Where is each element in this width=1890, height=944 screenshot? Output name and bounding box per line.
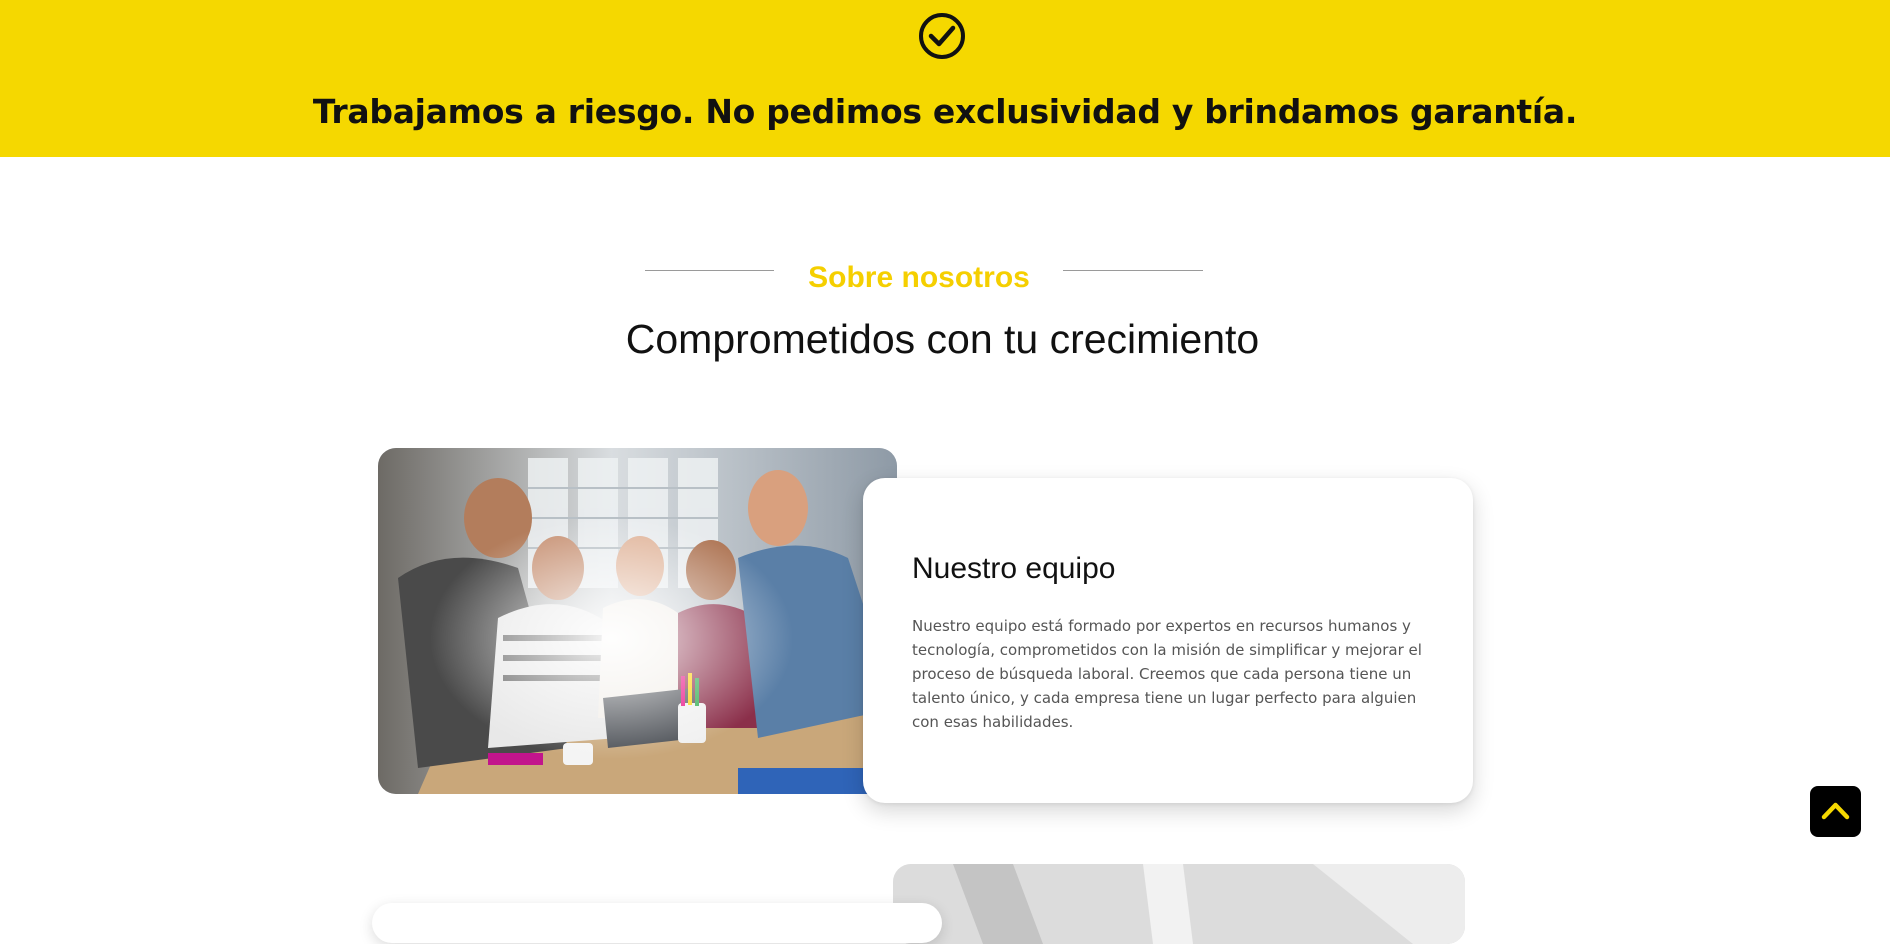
card-title: Nuestro equipo — [912, 552, 1116, 585]
chevron-up-icon — [1821, 802, 1850, 820]
banner-title: Trabajamos a riesgo. No pedimos exclusiv… — [312, 92, 1578, 131]
eyebrow-divider-left — [645, 270, 774, 271]
eyebrow-divider-right — [1063, 270, 1203, 271]
scroll-to-top-button[interactable] — [1810, 786, 1861, 837]
section-eyebrow: Sobre nosotros — [645, 258, 1205, 298]
second-card — [372, 903, 942, 943]
eyebrow-label: Sobre nosotros — [808, 261, 1030, 294]
section-title: Comprometidos con tu crecimiento — [625, 316, 1260, 362]
team-photo — [378, 448, 897, 794]
check-circle-icon — [919, 13, 965, 59]
second-photo — [893, 864, 1465, 944]
team-card: Nuestro equipo Nuestro equipo está forma… — [863, 478, 1473, 803]
card-description: Nuestro equipo está formado por expertos… — [912, 617, 1422, 731]
guarantee-banner: Trabajamos a riesgo. No pedimos exclusiv… — [0, 0, 1890, 157]
